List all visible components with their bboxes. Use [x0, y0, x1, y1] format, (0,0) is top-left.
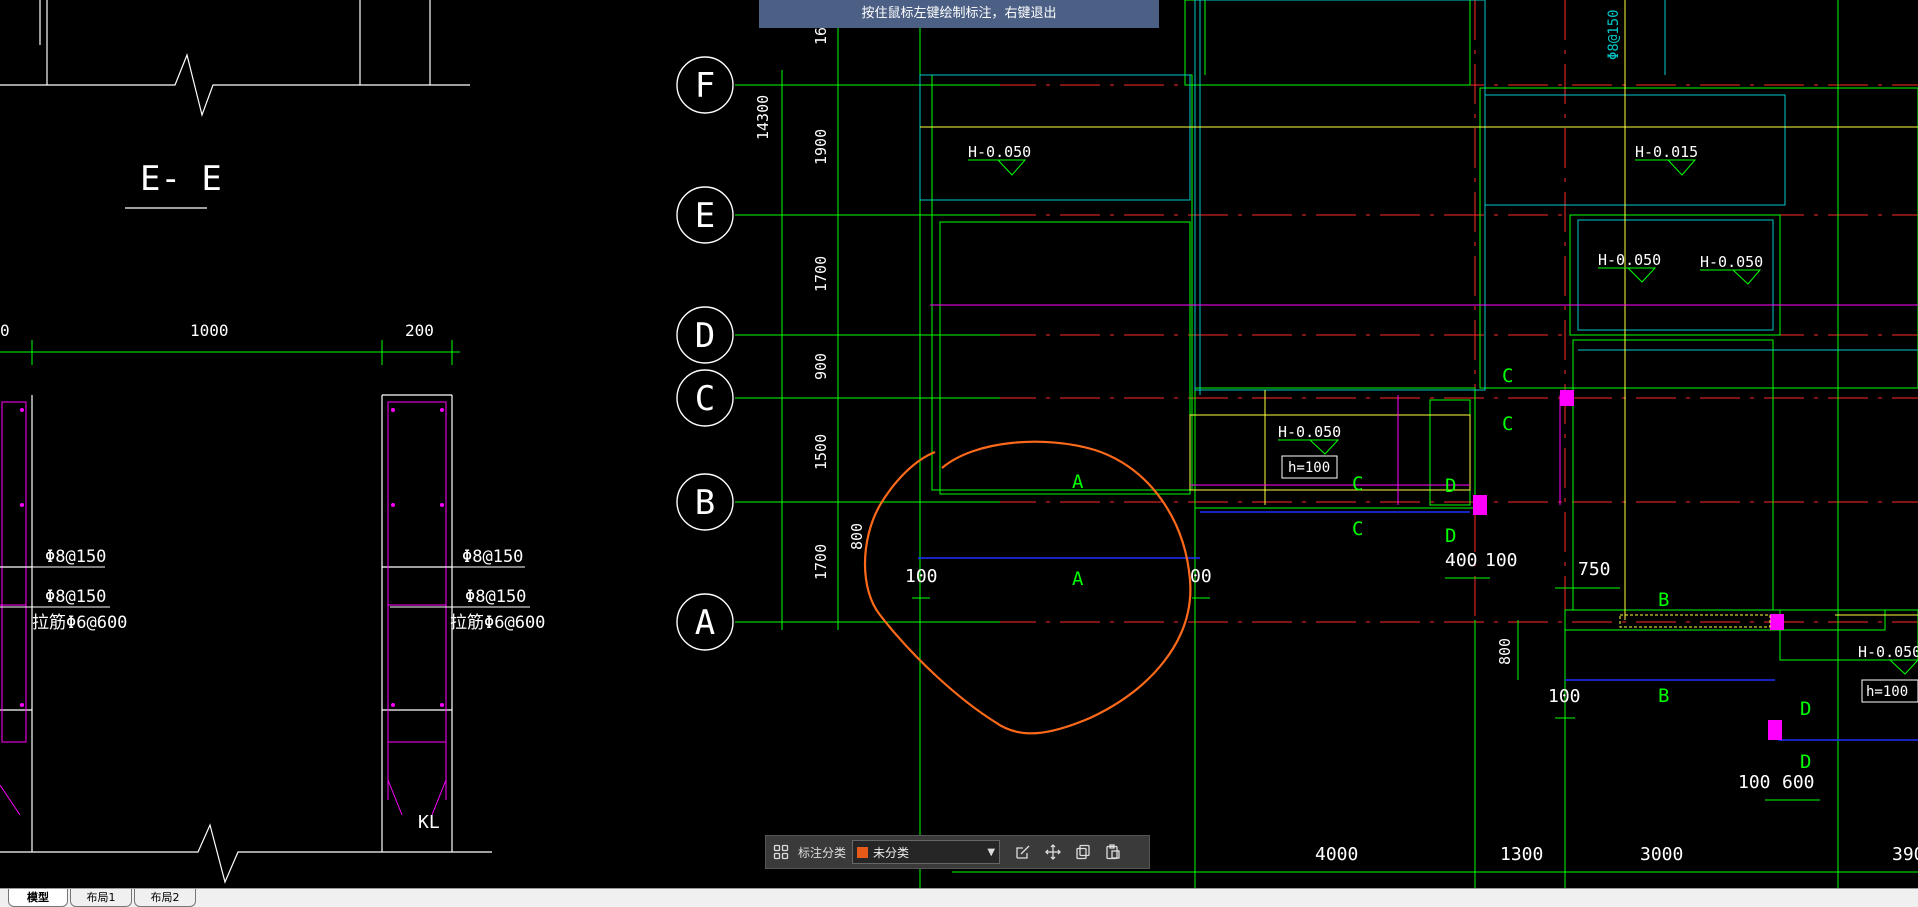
section-mark-b1: B [1658, 589, 1669, 611]
chevron-down-icon: ▼ [987, 846, 996, 858]
h100-a: h=100 [1288, 460, 1330, 476]
axis-label-a: A [695, 603, 715, 643]
dim-800-left: 800 [848, 523, 866, 550]
rebar-left-3: 拉筋Φ6@600 [32, 613, 127, 633]
section-mark-d4: D [1800, 751, 1811, 773]
dim-3000: 3000 [1640, 844, 1683, 865]
plan-columns [1473, 390, 1784, 740]
dim-14300: 14300 [754, 95, 772, 140]
section-mark-a1: A [1072, 471, 1084, 493]
elev-h5: H-0.050 [1278, 423, 1341, 441]
dim-1500: 1500 [812, 434, 830, 470]
rebar-right-2: Φ8@150 [465, 587, 526, 607]
dim-4000: 4000 [1315, 844, 1358, 865]
category-value: 未分类 [873, 845, 910, 860]
category-select[interactable]: 未分类 ▼ [852, 840, 1001, 864]
hint-text: 按住鼠标左键绘制标注，右键退出 [861, 6, 1057, 21]
section-mark-d3: D [1800, 698, 1811, 720]
rebar-left-2: Φ8@150 [45, 587, 106, 607]
edit-icon[interactable] [1010, 839, 1036, 865]
elev-h3: H-0.050 [1598, 251, 1661, 269]
plan-blue-lines [918, 511, 1918, 741]
section-mark-b2: B [1658, 685, 1669, 707]
dim-ticks [912, 577, 1820, 801]
annotation-toolbar: 标注分类 未分类 ▼ [765, 835, 1150, 869]
plan-walls [919, 0, 1918, 395]
rebar-right-1: Φ8@150 [462, 547, 523, 567]
axis-label-e: E [695, 196, 715, 236]
category-color-swatch [857, 846, 869, 858]
annotation-circle[interactable] [863, 440, 1192, 735]
dim-1700-top: 1700 [812, 256, 830, 292]
section-title: E- E [140, 159, 222, 199]
dim-1900: 1900 [812, 129, 830, 165]
dim-100-a: 100 [905, 566, 938, 587]
section-mark-c3: C [1352, 473, 1363, 495]
kl-label: KL [418, 812, 440, 833]
vertical-rebar-label: Φ8@150 [1606, 9, 1622, 60]
dim-100-c: 100 [1485, 550, 1518, 571]
section-mark-c1: C [1502, 365, 1513, 387]
section-dim-line [0, 340, 460, 365]
h100-b: h=100 [1866, 684, 1908, 700]
dim-100-b: 00 [1190, 566, 1212, 587]
dim-800-right: 800 [1496, 638, 1514, 665]
dim-1700-bottom: 1700 [812, 544, 830, 580]
category-label: 标注分类 [798, 845, 847, 860]
elev-h2: H-0.015 [1635, 143, 1698, 161]
dim-400: 400 [1445, 550, 1478, 571]
command-hint-bar: 按住鼠标左键绘制标注，右键退出 [759, 0, 1159, 28]
grid-icon[interactable] [768, 839, 794, 865]
dim-100-d: 100 [1548, 686, 1581, 707]
dim-750: 750 [1578, 559, 1611, 580]
dim-16: 16 [812, 27, 830, 45]
cad-drawing-canvas[interactable]: E- E KL Φ8@150 Φ8@150 拉筋Φ6@600 Φ8@150 Φ8… [0, 0, 1918, 888]
axis-label-d: D [695, 316, 715, 356]
section-mark-d2: D [1445, 525, 1456, 547]
dim-left-1000: 1000 [190, 321, 229, 340]
elev-h1: H-0.050 [968, 143, 1031, 161]
dim-390: 390 [1892, 844, 1918, 865]
dim-1300: 1300 [1500, 844, 1543, 865]
dim-left-0: 0 [0, 321, 10, 340]
axis-label-c: C [695, 379, 715, 419]
rebar-left-1: Φ8@150 [45, 547, 106, 567]
section-mark-a2: A [1072, 568, 1084, 590]
paste-icon[interactable] [1100, 839, 1126, 865]
plan-grid-lines [735, 0, 1918, 888]
dim-100-e: 100 [1738, 772, 1771, 793]
section-mark-d1: D [1445, 475, 1456, 497]
copy-icon[interactable] [1070, 839, 1096, 865]
tab-model[interactable]: 模型 [8, 889, 68, 907]
dim-900: 900 [812, 353, 830, 380]
hatch-strip [1619, 614, 1771, 628]
dim-600: 600 [1782, 772, 1815, 793]
layout-tab-bar: 模型 布局1 布局2 [0, 888, 1918, 907]
tab-layout2[interactable]: 布局2 [134, 889, 196, 907]
rebar-lines [0, 401, 447, 816]
section-mark-c2: C [1502, 413, 1513, 435]
move-icon[interactable] [1040, 839, 1066, 865]
dim-left-200: 200 [405, 321, 434, 340]
rebar-right-3: 拉筋Φ6@600 [450, 613, 545, 633]
section-view [0, 0, 492, 884]
plan-slabs [920, 0, 1918, 620]
axis-label-b: B [695, 483, 715, 523]
elevation-triangles [968, 159, 1918, 675]
elev-h4: H-0.050 [1700, 253, 1763, 271]
tab-layout1[interactable]: 布局1 [70, 889, 132, 907]
axis-label-f: F [695, 66, 715, 106]
section-mark-c4: C [1352, 518, 1363, 540]
elev-h6: H-0.050 [1858, 643, 1918, 661]
